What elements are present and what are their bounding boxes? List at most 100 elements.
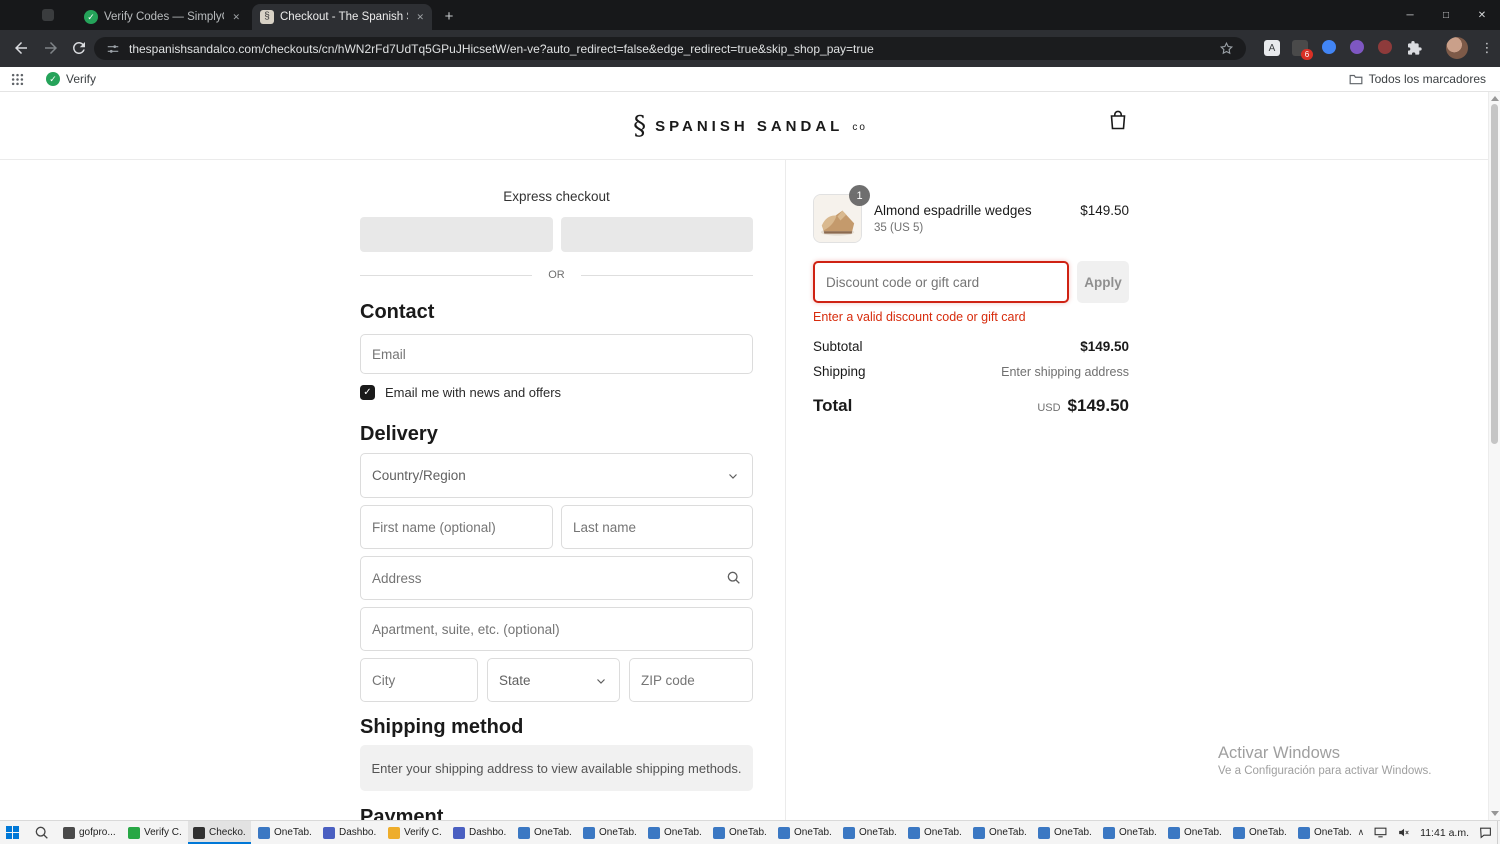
- browser-toolbar: thespanishsandalco.com/checkouts/cn/hWN2…: [0, 30, 1500, 67]
- page-scrollbar[interactable]: [1488, 92, 1500, 820]
- taskbar-item-icon: [1233, 826, 1245, 839]
- taskbar-item[interactable]: OneTab...: [253, 821, 316, 844]
- taskbar-item[interactable]: OneTab...: [643, 821, 706, 844]
- product-price: $149.50: [1080, 203, 1129, 218]
- verify-bookmark-icon: ✓: [46, 72, 60, 86]
- zip-field[interactable]: [629, 658, 753, 702]
- scroll-up-arrow-icon[interactable]: [1491, 96, 1499, 101]
- pin-extension-icon[interactable]: [1322, 40, 1336, 54]
- taskbar-item-icon: [1298, 826, 1310, 839]
- clock[interactable]: 11:41 a.m.: [1420, 827, 1469, 839]
- taskbar-item[interactable]: Dashbo...: [448, 821, 511, 844]
- delivery-heading: Delivery: [360, 423, 438, 445]
- subtotal-value: $149.50: [1080, 339, 1129, 354]
- taskbar-item-icon: [973, 826, 985, 839]
- taskbar-item[interactable]: OneTab...: [903, 821, 966, 844]
- discount-code-field[interactable]: [813, 261, 1069, 303]
- logo-mark-icon: §: [633, 111, 647, 141]
- taskbar-item-label: OneTab...: [729, 827, 766, 838]
- tab-close-icon[interactable]: ✕: [416, 12, 424, 23]
- taskbar-item-icon: [453, 826, 465, 839]
- city-field[interactable]: [360, 658, 478, 702]
- taskbar-item[interactable]: OneTab...: [1033, 821, 1096, 844]
- taskbar-item-icon: [1168, 826, 1180, 839]
- taskbar-item[interactable]: Verify C...: [123, 821, 186, 844]
- first-name-field[interactable]: [360, 505, 553, 549]
- logo-text: SPANISH SANDAL: [655, 117, 844, 135]
- bookmark-verify[interactable]: ✓ Verify: [46, 72, 96, 86]
- quantity-badge: 1: [849, 185, 870, 206]
- windows-taskbar: gofpro... Verify C... Checko... OneTab... Da…: [0, 820, 1500, 844]
- back-icon[interactable]: [12, 39, 30, 57]
- taskbar-item[interactable]: OneTab...: [513, 821, 576, 844]
- apply-discount-button[interactable]: Apply: [1077, 261, 1129, 303]
- contact-heading: Contact: [360, 301, 435, 323]
- verify-favicon-icon: ✓: [84, 10, 98, 24]
- newsletter-checkbox[interactable]: ✓: [360, 385, 375, 400]
- cart-bag-icon[interactable]: [1106, 108, 1130, 132]
- address-bar[interactable]: thespanishsandalco.com/checkouts/cn/hWN2…: [94, 37, 1246, 60]
- tray-expand-icon[interactable]: ∧: [1358, 827, 1365, 838]
- all-bookmarks-button[interactable]: Todos los marcadores: [1349, 72, 1486, 86]
- taskbar-item[interactable]: OneTab...: [1163, 821, 1226, 844]
- purple-extension-icon[interactable]: [1350, 40, 1364, 54]
- taskbar-item[interactable]: Verify C...: [383, 821, 446, 844]
- discount-error-message: Enter a valid discount code or gift card: [813, 310, 1026, 324]
- apps-grid-icon[interactable]: [10, 72, 25, 87]
- taskbar-item[interactable]: OneTab...: [773, 821, 836, 844]
- action-center-icon[interactable]: [1479, 826, 1492, 839]
- reload-icon[interactable]: [70, 39, 88, 57]
- maximize-button[interactable]: □: [1428, 0, 1464, 30]
- taskbar-item[interactable]: OneTab...: [1098, 821, 1161, 844]
- forward-icon[interactable]: [42, 39, 60, 57]
- taskbar-item[interactable]: OneTab...: [578, 821, 641, 844]
- taskbar-item-label: OneTab...: [794, 827, 831, 838]
- translate-extension-icon[interactable]: A: [1264, 40, 1280, 56]
- scrollbar-thumb[interactable]: [1491, 104, 1498, 444]
- express-pay-button-placeholder[interactable]: [561, 217, 753, 252]
- country-select[interactable]: Country/Region: [360, 453, 753, 498]
- address-field[interactable]: [360, 556, 753, 600]
- taskbar-search-icon[interactable]: [34, 825, 50, 841]
- store-header: § SPANISH SANDAL co: [0, 92, 1500, 160]
- scroll-down-arrow-icon[interactable]: [1491, 811, 1499, 816]
- minimize-button[interactable]: ─: [1392, 0, 1428, 30]
- taskbar-item[interactable]: OneTab...: [1293, 821, 1356, 844]
- new-tab-button[interactable]: +: [440, 7, 458, 25]
- shipping-method-empty-message: Enter your shipping address to view avai…: [360, 745, 753, 791]
- or-label: OR: [548, 269, 565, 281]
- browser-menu-icon[interactable]: ⋮: [1479, 36, 1495, 60]
- extension-with-badge-icon[interactable]: 6: [1292, 40, 1313, 60]
- store-logo[interactable]: § SPANISH SANDAL co: [0, 92, 1500, 160]
- taskbar-item[interactable]: OneTab...: [838, 821, 901, 844]
- tab-close-icon[interactable]: ✕: [232, 12, 240, 23]
- taskbar-item-label: Verify C...: [144, 827, 181, 838]
- site-settings-icon[interactable]: [106, 42, 120, 56]
- email-field[interactable]: [360, 334, 753, 374]
- taskbar-item[interactable]: OneTab...: [968, 821, 1031, 844]
- extensions-puzzle-icon[interactable]: [1406, 40, 1422, 56]
- browser-tab-verify-codes[interactable]: ✓ Verify Codes — SimplyCodes ✕: [76, 4, 248, 30]
- taskbar-item[interactable]: Checko...: [188, 821, 251, 844]
- display-tray-icon[interactable]: [1374, 827, 1387, 838]
- total-label: Total: [813, 396, 853, 415]
- taskbar-item[interactable]: OneTab...: [1228, 821, 1291, 844]
- taskbar-item[interactable]: gofpro...: [58, 821, 121, 844]
- taskbar-item[interactable]: OneTab...: [708, 821, 771, 844]
- taskbar-item-label: OneTab...: [1249, 827, 1286, 838]
- red-extension-icon[interactable]: [1378, 40, 1392, 54]
- all-bookmarks-label: Todos los marcadores: [1368, 72, 1486, 86]
- bookmark-star-icon[interactable]: [1219, 41, 1234, 56]
- volume-tray-icon[interactable]: [1397, 826, 1410, 839]
- browser-tab-checkout[interactable]: § Checkout - The Spanish Sandal ✕: [252, 4, 432, 30]
- profile-avatar[interactable]: [1446, 37, 1468, 59]
- product-variant: 35 (US 5): [874, 222, 924, 234]
- taskbar-item[interactable]: Dashbo...: [318, 821, 381, 844]
- express-pay-button-placeholder[interactable]: [360, 217, 553, 252]
- shipping-method-heading: Shipping method: [360, 716, 524, 738]
- start-button[interactable]: [6, 826, 20, 840]
- taskbar-item-label: OneTab...: [1054, 827, 1091, 838]
- last-name-field[interactable]: [561, 505, 753, 549]
- apartment-field[interactable]: [360, 607, 753, 651]
- close-window-button[interactable]: ✕: [1464, 0, 1500, 30]
